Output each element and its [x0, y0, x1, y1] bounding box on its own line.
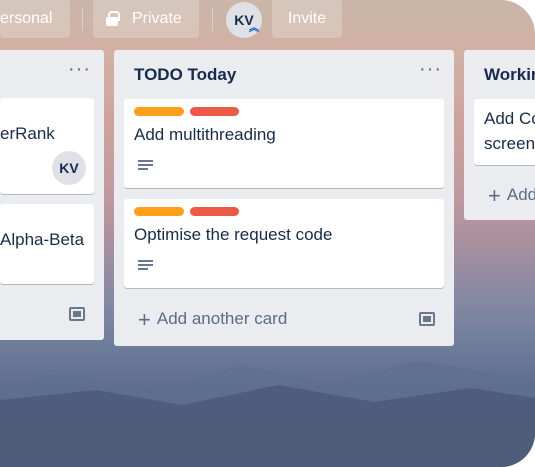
plus-icon: +	[488, 182, 501, 208]
label-orange[interactable]	[134, 107, 184, 116]
add-card-button[interactable]: + Add	[488, 182, 535, 208]
card-title: Optimise the request code	[134, 225, 333, 244]
privacy-label: Private	[132, 10, 182, 27]
list-partial-left: ··· erRank KV Alpha-Beta	[0, 50, 104, 340]
visibility-label: ersonal	[0, 10, 53, 27]
label-red[interactable]	[190, 107, 239, 116]
card-title-line: screen	[484, 134, 535, 153]
card[interactable]: Optimise the request code	[124, 199, 444, 288]
admin-chevron-icon: ︽	[249, 23, 259, 34]
label-orange[interactable]	[134, 207, 184, 216]
board-background: ersonal Private KV ︽ Invite ··· erRank K…	[0, 0, 535, 467]
card-title-line: Add Co	[484, 109, 535, 128]
card-template-icon[interactable]	[419, 312, 435, 326]
card[interactable]: Add multithreading	[124, 99, 444, 188]
card-title: Add multithreading	[134, 125, 276, 144]
card[interactable]: erRank KV	[0, 98, 94, 194]
plus-icon: +	[138, 306, 151, 332]
description-icon	[138, 260, 153, 272]
privacy-button[interactable]: Private	[93, 0, 199, 38]
list-partial-right: Workin Add Co screen + Add	[464, 50, 535, 220]
add-card-label: Add	[506, 185, 535, 204]
list-menu-icon[interactable]: ···	[68, 59, 91, 79]
list-title[interactable]: TODO Today	[134, 65, 236, 85]
card-member-avatar[interactable]: KV	[52, 151, 86, 185]
card-title: erRank	[0, 124, 55, 143]
invite-button[interactable]: Invite	[272, 0, 342, 38]
invite-label: Invite	[287, 10, 327, 27]
lock-icon	[105, 11, 120, 27]
add-card-button[interactable]: + Add another card	[138, 306, 288, 332]
ellipsis-icon[interactable]: ···	[419, 59, 442, 79]
card[interactable]: Alpha-Beta	[0, 204, 94, 284]
header-divider	[82, 7, 83, 31]
label-red[interactable]	[190, 207, 239, 216]
add-card-label: Add another card	[156, 309, 288, 328]
member-initials: KV	[59, 160, 79, 176]
card-title: Alpha-Beta	[0, 230, 85, 249]
list-todo-today: TODO Today ··· Add multithreading Optimi…	[114, 50, 454, 346]
list-title[interactable]: Workin	[484, 65, 535, 85]
card[interactable]: Add Co screen	[474, 99, 535, 165]
card-template-icon[interactable]	[69, 307, 85, 321]
description-icon	[138, 160, 153, 172]
visibility-button[interactable]: ersonal	[0, 0, 70, 38]
header-divider	[212, 7, 213, 31]
